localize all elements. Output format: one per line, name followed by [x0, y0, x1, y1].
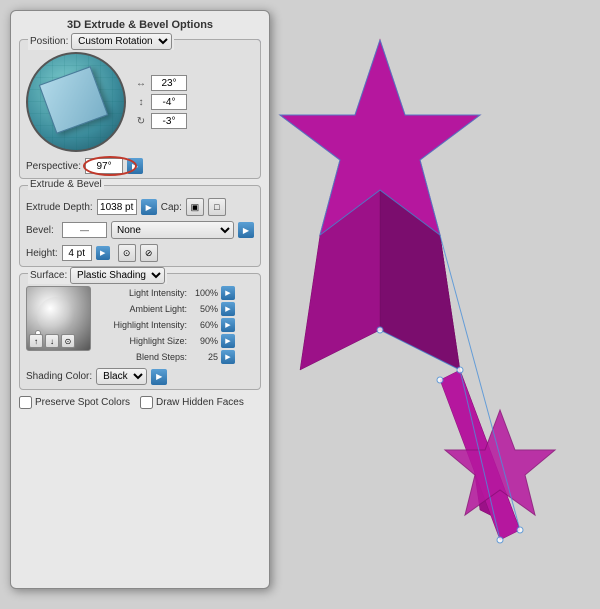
rotation-z-row: ↻	[134, 113, 187, 129]
highlight-size-label: Highlight Size:	[97, 336, 187, 346]
surface-body: ↑ ↓ ⊙ Light Intensity: 100% ▶ Ambient Li…	[26, 286, 254, 364]
draw-hidden-faces-text: Draw Hidden Faces	[156, 397, 244, 408]
extrude-section-label: Extrude & Bevel	[28, 179, 104, 190]
highlight-intensity-btn[interactable]: ▶	[221, 318, 235, 332]
perspective-input[interactable]	[85, 158, 123, 174]
extrude-depth-label: Extrude Depth:	[26, 202, 93, 213]
blend-steps-btn[interactable]: ▶	[221, 350, 235, 364]
rotation-x-row: ↔	[134, 75, 187, 91]
rotation-z-icon: ↻	[134, 114, 148, 128]
highlight-size-row: Highlight Size: 90% ▶	[97, 334, 254, 348]
position-section-label: Position: Custom Rotation	[28, 33, 174, 50]
highlight-intensity-label: Highlight Intensity:	[97, 320, 187, 330]
perspective-arrow-button[interactable]: ▶	[127, 158, 143, 174]
highlight-intensity-row: Highlight Intensity: 60% ▶	[97, 318, 254, 332]
surface-section: Surface: Plastic Shading ↑ ↓ ⊙	[19, 273, 261, 390]
ambient-light-label: Ambient Light:	[97, 304, 187, 314]
cap-button-1[interactable]: ▣	[186, 198, 204, 216]
height-row: Height: ▶ ⊙ ⊘	[26, 244, 254, 262]
surface-preview: ↑ ↓ ⊙	[26, 286, 91, 351]
bevel-select[interactable]: None	[111, 221, 234, 239]
shading-color-arrow[interactable]: ▶	[151, 369, 167, 385]
rotation-y-icon: ↕	[134, 95, 148, 109]
highlight-size-value: 90%	[190, 336, 218, 346]
extrude-bevel-section: Extrude & Bevel Extrude Depth: ▶ Cap: ▣ …	[19, 185, 261, 267]
surface-icons-row: ↑ ↓ ⊙	[29, 334, 75, 348]
surface-icon-3[interactable]: ⊙	[61, 334, 75, 348]
rotation-y-row: ↕	[134, 94, 187, 110]
cap-label: Cap:	[161, 202, 182, 213]
position-section: Position: Custom Rotation ↔	[19, 39, 261, 179]
ambient-light-row: Ambient Light: 50% ▶	[97, 302, 254, 316]
extrude-depth-input[interactable]	[97, 199, 137, 215]
blend-steps-row: Blend Steps: 25 ▶	[97, 350, 254, 364]
preserve-spot-colors-checkbox[interactable]	[19, 396, 32, 409]
dialog-title: 3D Extrude & Bevel Options	[19, 19, 261, 31]
rotation-y-input[interactable]	[151, 94, 187, 110]
ambient-light-value: 50%	[190, 304, 218, 314]
preserve-spot-colors-text: Preserve Spot Colors	[35, 397, 130, 408]
draw-hidden-faces-checkbox[interactable]	[140, 396, 153, 409]
star-svg	[260, 30, 580, 590]
ambient-light-btn[interactable]: ▶	[221, 302, 235, 316]
height-icon-1[interactable]: ⊙	[118, 244, 136, 262]
blend-steps-value: 25	[190, 352, 218, 362]
bevel-arrow[interactable]: ▶	[238, 222, 254, 238]
rotation-x-input[interactable]	[151, 75, 187, 91]
blend-steps-label: Blend Steps:	[97, 352, 187, 362]
highlight-size-btn[interactable]: ▶	[221, 334, 235, 348]
surface-section-label: Surface: Plastic Shading	[28, 267, 167, 284]
surface-icon-2[interactable]: ↓	[45, 334, 59, 348]
sphere-preview	[26, 52, 126, 152]
height-label: Height:	[26, 248, 58, 259]
light-intensity-btn[interactable]: ▶	[221, 286, 235, 300]
bevel-label: Bevel:	[26, 225, 58, 236]
highlight-intensity-value: 60%	[190, 320, 218, 330]
star-background	[250, 10, 590, 609]
height-input[interactable]	[62, 245, 92, 261]
extrude-depth-arrow[interactable]: ▶	[141, 199, 157, 215]
checkboxes-row: Preserve Spot Colors Draw Hidden Faces	[19, 396, 261, 409]
content-wrapper: 3D Extrude & Bevel Options OK Cancel Map…	[10, 10, 590, 589]
position-dropdown[interactable]: Custom Rotation	[71, 33, 172, 50]
rotation-z-input[interactable]	[151, 113, 187, 129]
surface-icon-1[interactable]: ↑	[29, 334, 43, 348]
bevel-preview: —	[62, 222, 107, 238]
extrude-depth-row: Extrude Depth: ▶ Cap: ▣ □	[26, 198, 254, 216]
surface-sliders: Light Intensity: 100% ▶ Ambient Light: 5…	[97, 286, 254, 364]
preserve-spot-colors-label: Preserve Spot Colors	[19, 396, 130, 409]
height-arrow[interactable]: ▶	[96, 246, 110, 260]
dialog: 3D Extrude & Bevel Options OK Cancel Map…	[10, 10, 270, 589]
bevel-row: Bevel: — None ▶	[26, 221, 254, 239]
surface-sphere	[37, 297, 75, 335]
draw-hidden-faces-label: Draw Hidden Faces	[140, 396, 244, 409]
light-intensity-row: Light Intensity: 100% ▶	[97, 286, 254, 300]
light-intensity-value: 100%	[190, 288, 218, 298]
perspective-label: Perspective:	[26, 161, 81, 172]
light-intensity-label: Light Intensity:	[97, 288, 187, 298]
shading-color-row: Shading Color: Black ▶	[26, 368, 254, 385]
rotation-inputs: ↔ ↕ ↻	[134, 75, 187, 129]
perspective-row: Perspective: ▶	[26, 158, 254, 174]
perspective-input-wrap	[85, 158, 123, 174]
cap-button-2[interactable]: □	[208, 198, 226, 216]
rotation-x-icon: ↔	[134, 76, 148, 90]
shading-color-label: Shading Color:	[26, 371, 92, 382]
shading-color-select[interactable]: Black	[96, 368, 147, 385]
height-icon-2[interactable]: ⊘	[140, 244, 158, 262]
surface-dropdown[interactable]: Plastic Shading	[70, 267, 165, 284]
sphere-container: ↔ ↕ ↻	[26, 52, 254, 152]
